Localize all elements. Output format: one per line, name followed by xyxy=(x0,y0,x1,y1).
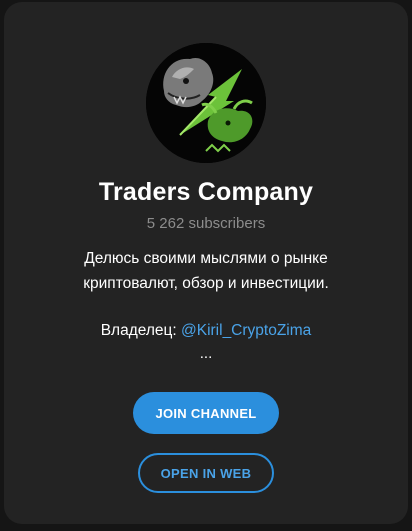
subscriber-count: 5 262 subscribers xyxy=(146,215,266,232)
owner-label: Владелец: xyxy=(100,322,181,339)
bear-bull-logo-icon xyxy=(146,43,266,163)
description-line: Делюсь своими мыслями о рынке xyxy=(84,250,328,267)
channel-card: Traders Company 5 262 subscribers Делюсь… xyxy=(4,2,408,524)
join-channel-button[interactable]: JOIN CHANNEL xyxy=(133,392,279,434)
description-line: криптовалют, обзор и инвестиции. xyxy=(83,275,329,292)
channel-title: Traders Company xyxy=(98,178,314,206)
description-ellipsis: ... xyxy=(199,345,213,362)
channel-description: Делюсь своими мыслями о рынке криптовалю… xyxy=(24,246,388,296)
owner-link[interactable]: @Kiril_CryptoZima xyxy=(181,322,311,339)
open-in-web-button[interactable]: OPEN IN WEB xyxy=(138,453,274,493)
channel-avatar xyxy=(146,43,266,163)
channel-owner: Владелец: @Kiril_CryptoZima xyxy=(4,322,408,340)
